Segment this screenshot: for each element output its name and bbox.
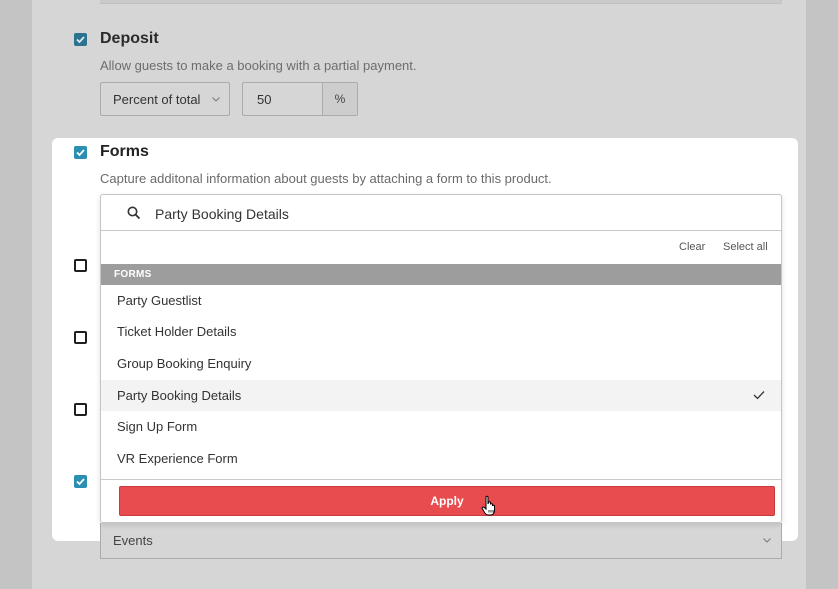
apply-button[interactable]: Apply [119,486,775,516]
option-label: Party Guestlist [117,293,202,308]
option-label: VR Experience Form [117,451,238,466]
option-checkbox[interactable] [74,331,87,344]
clear-button[interactable]: Clear [679,241,705,253]
checkmark-icon [76,478,85,486]
deposit-checkbox[interactable] [74,33,87,46]
forms-description: Capture additonal information about gues… [100,171,552,186]
group-header: FORMS [101,264,781,285]
forms-dropdown: Clear Select all FORMS Party Guestlist T… [100,194,782,523]
form-option-ticket-holder-details[interactable]: Ticket Holder Details [101,316,781,347]
form-option-sign-up-form[interactable]: Sign Up Form [101,411,781,442]
option-label: Sign Up Form [117,419,198,434]
form-option-party-guestlist[interactable]: Party Guestlist [101,285,781,316]
hand-cursor-icon [481,495,495,516]
search-row [101,195,781,231]
footer-divider [101,479,781,480]
option-checkbox[interactable] [74,259,87,272]
check-icon [753,391,765,400]
select-all-button[interactable]: Select all [723,241,768,253]
deposit-type-select[interactable]: Percent of total [100,82,230,116]
search-input[interactable] [155,204,755,224]
checkmark-icon [76,36,85,44]
deposit-amount-input[interactable]: 50 [257,92,271,107]
option-checkbox[interactable] [74,403,87,416]
events-select-value: Events [113,533,153,548]
events-select[interactable]: Events [100,523,782,559]
form-option-party-booking-details[interactable]: Party Booking Details [101,380,781,411]
forms-title: Forms [100,143,149,160]
form-option-group-booking-enquiry[interactable]: Group Booking Enquiry [101,348,781,379]
search-icon [127,206,141,220]
checkmark-icon [76,149,85,157]
form-option-vr-experience-form[interactable]: VR Experience Form [101,443,781,474]
deposit-amount-group[interactable]: 50 % [242,82,358,116]
forms-checkbox[interactable] [74,146,87,159]
action-row: Clear Select all [101,232,781,264]
option-label: Party Booking Details [117,388,242,403]
deposit-description: Allow guests to make a booking with a pa… [100,58,417,73]
option-label: Group Booking Enquiry [117,356,252,371]
chevron-down-icon [763,538,771,543]
option-checkbox-checked[interactable] [74,475,87,488]
previous-section-bottom [100,0,782,4]
deposit-unit-label: % [322,83,357,115]
option-label: Ticket Holder Details [117,324,237,339]
deposit-title: Deposit [100,30,159,47]
chevron-down-icon [212,97,220,102]
deposit-type-value: Percent of total [113,92,201,107]
